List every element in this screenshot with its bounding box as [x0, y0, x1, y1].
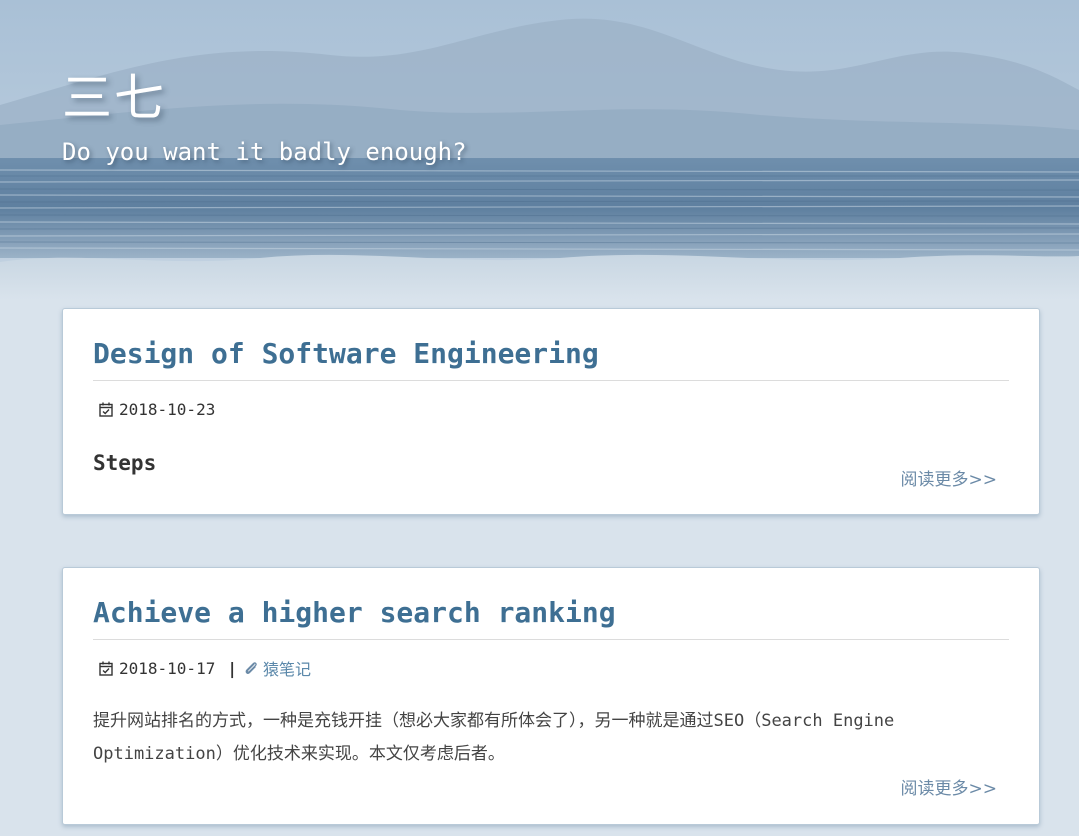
post-date: 2018-10-17 — [119, 658, 216, 678]
paperclip-icon — [245, 662, 257, 674]
excerpt-heading: Steps — [93, 451, 157, 475]
calendar-icon — [99, 402, 113, 417]
header-banner: 三七 Do you want it badly enough? — [0, 0, 1079, 300]
post-excerpt: 提升网站排名的方式，一种是充钱开挂（想必大家都有所体会了），另一种就是通过SEO… — [93, 711, 895, 764]
meta-separator: | — [227, 658, 237, 678]
post-card: Achieve a higher search ranking 2018-10-… — [62, 567, 1040, 825]
post-meta: 2018-10-23 — [93, 397, 1009, 421]
post-title-link[interactable]: Design of Software Engineering — [93, 309, 1009, 381]
calendar-icon — [99, 661, 113, 676]
read-more-link[interactable]: 阅读更多>> — [901, 465, 998, 490]
post-card: Design of Software Engineering 2018-10-2… — [62, 308, 1040, 515]
site-title[interactable]: 三七 — [62, 58, 166, 130]
site-subtitle: Do you want it badly enough? — [62, 138, 467, 166]
post-date: 2018-10-23 — [119, 399, 216, 419]
post-meta: 2018-10-17 | 猿笔记 — [93, 656, 1009, 680]
read-more-link[interactable]: 阅读更多>> — [901, 774, 998, 799]
category-link[interactable]: 猿笔记 — [263, 656, 311, 680]
post-title-link[interactable]: Achieve a higher search ranking — [93, 568, 1009, 640]
